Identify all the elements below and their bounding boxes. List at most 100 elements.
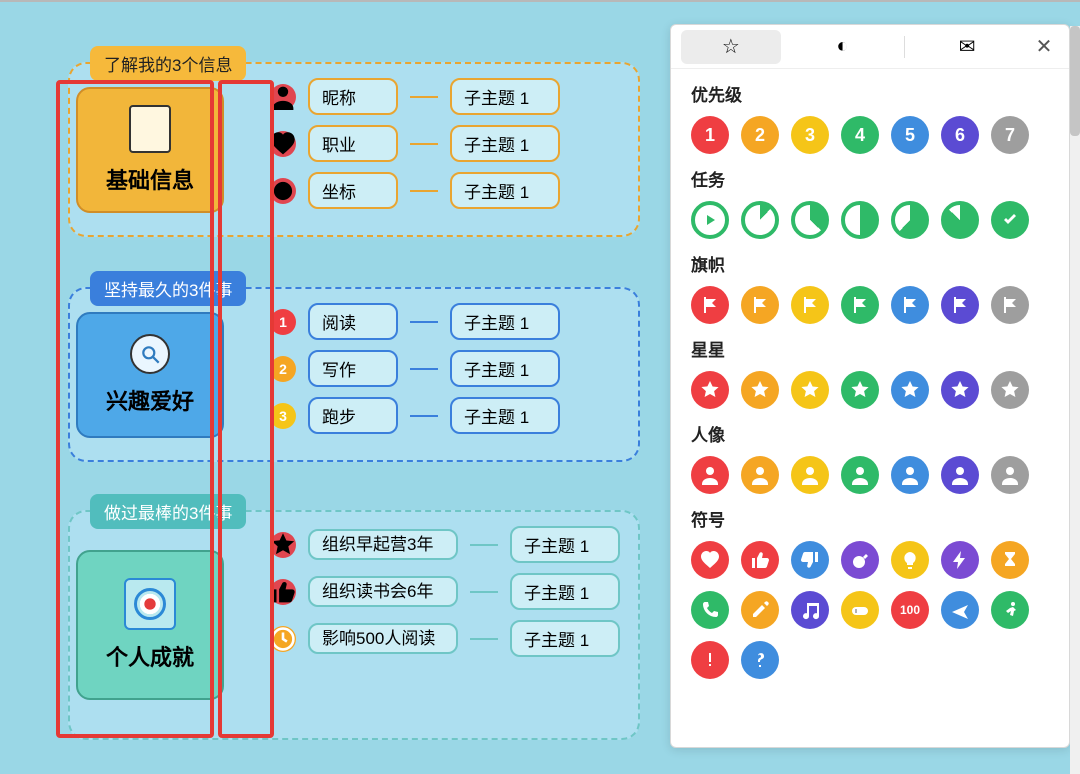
- topic-badge-icon[interactable]: [270, 131, 296, 157]
- icon-chip[interactable]: [991, 456, 1029, 494]
- subtopic-node[interactable]: 子主题 1: [510, 526, 620, 563]
- icon-chip[interactable]: [891, 371, 929, 409]
- icon-chip[interactable]: [991, 591, 1029, 629]
- section-basic-info: 了解我的3个信息 基础信息 昵称 子主题 1 职业 子主题 1 坐标: [68, 62, 640, 237]
- icon-chip[interactable]: [841, 591, 879, 629]
- topic-node[interactable]: 写作: [308, 350, 398, 387]
- task-done-chip[interactable]: [991, 201, 1029, 239]
- icon-chip[interactable]: [891, 456, 929, 494]
- topic-node[interactable]: 跑步: [308, 397, 398, 434]
- icon-chip[interactable]: [691, 591, 729, 629]
- subtopic-node[interactable]: 子主题 1: [450, 172, 560, 209]
- icon-chip[interactable]: [691, 641, 729, 679]
- topic-node[interactable]: 阅读: [308, 303, 398, 340]
- icon-chip[interactable]: [941, 371, 979, 409]
- icon-chip[interactable]: [841, 286, 879, 324]
- icon-chip[interactable]: [991, 286, 1029, 324]
- topic-badge-icon[interactable]: 1: [270, 309, 296, 335]
- topic-badge-icon[interactable]: [270, 178, 296, 204]
- connector-line: [410, 190, 438, 192]
- icon-chip[interactable]: [791, 541, 829, 579]
- topic-row: 组织早起营3年 子主题 1: [270, 526, 628, 563]
- icon-group: 人像: [671, 409, 1069, 494]
- icon-chip[interactable]: [941, 286, 979, 324]
- topic-node[interactable]: 职业: [308, 125, 398, 162]
- tab-favorites[interactable]: ☆: [681, 30, 781, 64]
- connector-line: [410, 415, 438, 417]
- icon-chip[interactable]: [891, 286, 929, 324]
- subtopic-node[interactable]: 子主题 1: [450, 78, 560, 115]
- connector-line: [410, 143, 438, 145]
- icon-chip[interactable]: 100: [891, 591, 929, 629]
- task-progress-chip[interactable]: [841, 201, 879, 239]
- icon-chip[interactable]: 4: [841, 116, 879, 154]
- main-node-label: 个人成就: [106, 640, 194, 672]
- subtopic-node[interactable]: 子主题 1: [450, 397, 560, 434]
- topic-badge-icon[interactable]: [270, 626, 296, 652]
- icon-chip[interactable]: [741, 641, 779, 679]
- topic-node[interactable]: 昵称: [308, 78, 398, 115]
- icon-chip[interactable]: [791, 371, 829, 409]
- task-progress-chip[interactable]: [941, 201, 979, 239]
- mindmap-canvas[interactable]: 了解我的3个信息 基础信息 昵称 子主题 1 职业 子主题 1 坐标: [0, 0, 1080, 774]
- icon-chip[interactable]: [941, 591, 979, 629]
- subtopic-node[interactable]: 子主题 1: [450, 303, 560, 340]
- icon-chip[interactable]: 2: [741, 116, 779, 154]
- connector-line: [410, 368, 438, 370]
- icon-chip[interactable]: [791, 286, 829, 324]
- icon-chip[interactable]: [691, 371, 729, 409]
- icon-chip[interactable]: 5: [891, 116, 929, 154]
- tab-web[interactable]: ✉: [917, 30, 1017, 64]
- icon-group-title: 优先级: [691, 81, 1049, 106]
- icon-picker-panel: ☆ ◐ ✉ ✕ 优先级 1234567 任务 旗帜 星星: [670, 24, 1070, 748]
- icon-chip[interactable]: 3: [791, 116, 829, 154]
- icon-chip[interactable]: [891, 541, 929, 579]
- icon-chip[interactable]: [741, 541, 779, 579]
- subtopic-node[interactable]: 子主题 1: [510, 620, 620, 657]
- target-icon: [124, 578, 176, 630]
- topic-node[interactable]: 坐标: [308, 172, 398, 209]
- subtopic-node[interactable]: 子主题 1: [450, 350, 560, 387]
- main-node-achievements[interactable]: 个人成就: [76, 550, 224, 700]
- icon-chip[interactable]: [841, 371, 879, 409]
- icon-chip[interactable]: [741, 286, 779, 324]
- icon-chip[interactable]: [841, 456, 879, 494]
- scrollbar-track[interactable]: [1070, 26, 1080, 774]
- icon-chip[interactable]: [741, 371, 779, 409]
- topic-badge-icon[interactable]: [270, 579, 296, 605]
- icon-chip[interactable]: [991, 541, 1029, 579]
- scrollbar-thumb[interactable]: [1070, 26, 1080, 136]
- topic-node[interactable]: 组织读书会6年: [308, 576, 458, 608]
- icon-chip[interactable]: [941, 456, 979, 494]
- icon-chip[interactable]: [691, 456, 729, 494]
- topic-badge-icon[interactable]: [270, 532, 296, 558]
- tab-stickers[interactable]: ◐: [793, 30, 893, 64]
- icon-chip[interactable]: [841, 541, 879, 579]
- icon-chip[interactable]: [791, 456, 829, 494]
- icon-chip[interactable]: [991, 371, 1029, 409]
- task-progress-chip[interactable]: [691, 201, 729, 239]
- close-panel-button[interactable]: ✕: [1029, 34, 1059, 59]
- icon-chip[interactable]: [941, 541, 979, 579]
- subtopic-node[interactable]: 子主题 1: [510, 573, 620, 610]
- main-node-hobbies[interactable]: 兴趣爱好: [76, 312, 224, 438]
- icon-chip[interactable]: [691, 286, 729, 324]
- icon-chip[interactable]: [741, 456, 779, 494]
- main-node-basic-info[interactable]: 基础信息: [76, 87, 224, 213]
- icon-chip[interactable]: 7: [991, 116, 1029, 154]
- icon-chip[interactable]: [741, 591, 779, 629]
- icon-chip[interactable]: 6: [941, 116, 979, 154]
- icon-chip[interactable]: [791, 591, 829, 629]
- subtopic-node[interactable]: 子主题 1: [450, 125, 560, 162]
- icon-chip[interactable]: 1: [691, 116, 729, 154]
- topic-badge-icon[interactable]: [270, 84, 296, 110]
- topic-badge-icon[interactable]: 2: [270, 356, 296, 382]
- topic-node[interactable]: 影响500人阅读: [308, 623, 458, 655]
- topic-badge-icon[interactable]: 3: [270, 403, 296, 429]
- task-progress-chip[interactable]: [741, 201, 779, 239]
- icon-chip[interactable]: [691, 541, 729, 579]
- task-progress-chip[interactable]: [791, 201, 829, 239]
- topic-node[interactable]: 组织早起营3年: [308, 529, 458, 561]
- connector-line: [470, 638, 498, 640]
- task-progress-chip[interactable]: [891, 201, 929, 239]
